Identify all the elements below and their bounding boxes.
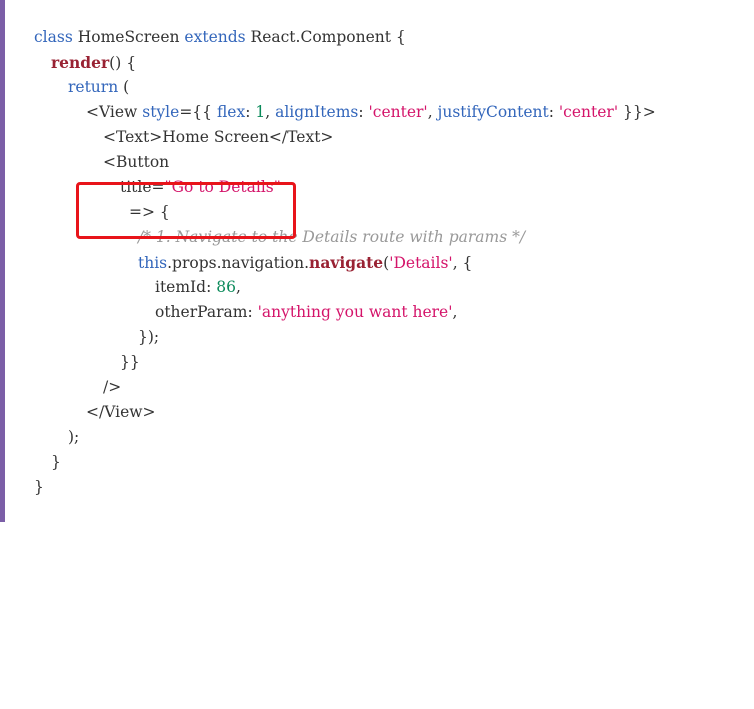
string-literal: 'center' — [558, 103, 619, 121]
code-line-12: otherParam: 'anything you want here', — [155, 300, 457, 325]
keyword: extends — [184, 28, 246, 46]
code-text: : — [358, 103, 369, 121]
code-line-13: }); — [138, 325, 159, 350]
keyword: alignItems — [275, 103, 359, 121]
left-accent-bar — [0, 0, 5, 522]
code-line-2: render() { — [51, 50, 136, 75]
code-text: }} — [120, 353, 140, 371]
code-text: otherParam: — [155, 303, 258, 321]
code-line-6: <Button — [103, 150, 169, 175]
code-text: /> — [103, 378, 122, 396]
code-text: ); — [68, 428, 80, 446]
code-text: </View> — [86, 403, 156, 421]
string-literal: 'center' — [368, 103, 428, 121]
code-line-19: } — [34, 475, 44, 500]
code-line-4: <View style={{ flex: 1, alignItems: 'cen… — [86, 100, 656, 125]
string-literal: 'Details' — [389, 254, 453, 272]
code-text: <Button — [103, 153, 170, 171]
code-line-15: /> — [103, 375, 121, 400]
code-text: , { — [452, 254, 473, 272]
code-text: , — [236, 278, 241, 296]
code-line-17: ); — [68, 425, 79, 450]
code-line-18: } — [51, 450, 61, 475]
code-text: , — [427, 103, 438, 121]
code-block: class HomeScreen extends React.Component… — [34, 25, 656, 709]
method-name: navigate — [309, 253, 384, 272]
code-text: : — [548, 103, 559, 121]
code-text: <Text>Home Screen</Text> — [103, 128, 334, 146]
code-text: , — [265, 103, 276, 121]
code-line-16: </View> — [86, 400, 156, 425]
code-text: : — [245, 103, 256, 121]
code-line-10: this.props.navigation.navigate('Details'… — [138, 250, 472, 275]
keyword: justifyContent — [437, 103, 549, 121]
number-literal: 86 — [216, 278, 236, 296]
code-text: itemId: — [155, 278, 217, 296]
keyword: return — [68, 78, 119, 96]
code-text: } — [34, 478, 44, 496]
keyword: class — [34, 28, 73, 46]
code-text: React.Component { — [245, 28, 406, 46]
number-literal: 1 — [255, 103, 266, 121]
code-text: }); — [138, 328, 160, 346]
code-text: () { — [109, 54, 137, 72]
code-text: <View — [86, 103, 143, 121]
keyword: this — [138, 254, 168, 272]
keyword: style — [142, 103, 180, 121]
code-text: }}> — [618, 103, 656, 121]
code-text: , — [452, 303, 458, 321]
method-name: render — [51, 53, 110, 72]
red-highlight-box — [76, 182, 296, 239]
code-line-11: itemId: 86, — [155, 275, 241, 300]
code-text: ={{ — [179, 103, 217, 121]
string-literal: 'anything you want here' — [257, 303, 453, 321]
code-text: } — [51, 453, 61, 471]
code-line-5: <Text>Home Screen</Text> — [103, 125, 333, 150]
keyword: flex — [216, 103, 246, 121]
code-text: .props.navigation. — [167, 254, 310, 272]
code-text: ( — [118, 78, 130, 96]
code-line-14: }} — [120, 350, 140, 375]
code-line-1: class HomeScreen extends React.Component… — [34, 25, 406, 50]
code-line-3: return ( — [68, 75, 129, 100]
code-text: HomeScreen — [72, 28, 185, 46]
